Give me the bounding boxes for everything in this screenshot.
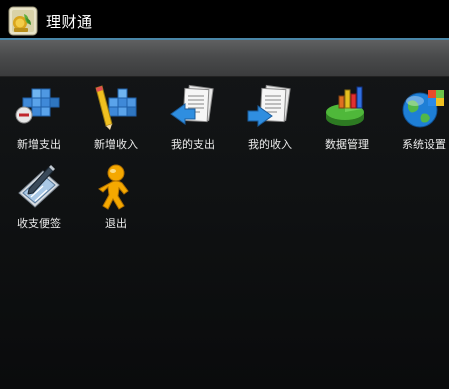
my-income-icon <box>247 84 291 127</box>
toolbar <box>0 40 449 77</box>
menu-item-add-expense[interactable]: 新增支出 <box>1 84 77 160</box>
add-expense-icon <box>15 88 60 124</box>
menu-item-my-expense[interactable]: 我的支出 <box>155 84 231 160</box>
system-settings-icon <box>402 90 444 128</box>
menu-item-label: 新增收入 <box>94 138 138 151</box>
screen: 理财通 新增支出 新增收入 我的支出 我的收入 数据管理 系统设置 收支便签 退… <box>0 0 449 389</box>
menu-item-system-settings[interactable]: 系统设置 <box>386 84 449 160</box>
menu-item-label: 系统设置 <box>402 138 446 151</box>
menu-item-my-income[interactable]: 我的收入 <box>232 84 308 160</box>
data-management-icon <box>326 86 364 126</box>
app-title: 理财通 <box>46 13 93 31</box>
my-expense-icon <box>170 84 214 125</box>
add-income-icon <box>95 85 137 130</box>
menu-item-label: 我的支出 <box>171 138 215 151</box>
notes-icon <box>18 165 60 208</box>
menu-item-label: 退出 <box>105 217 127 230</box>
finance-app-icon <box>8 6 38 36</box>
menu-item-label: 收支便签 <box>17 217 61 230</box>
menu-item-exit[interactable]: 退出 <box>78 163 154 239</box>
title-bar: 理财通 <box>0 0 449 40</box>
menu-item-data-management[interactable]: 数据管理 <box>309 84 385 160</box>
menu-item-label: 新增支出 <box>17 138 61 151</box>
menu-item-add-income[interactable]: 新增收入 <box>78 84 154 160</box>
menu-item-notes[interactable]: 收支便签 <box>1 163 77 239</box>
menu-item-label: 数据管理 <box>325 138 369 151</box>
exit-icon <box>98 164 129 210</box>
menu-item-label: 我的收入 <box>248 138 292 151</box>
